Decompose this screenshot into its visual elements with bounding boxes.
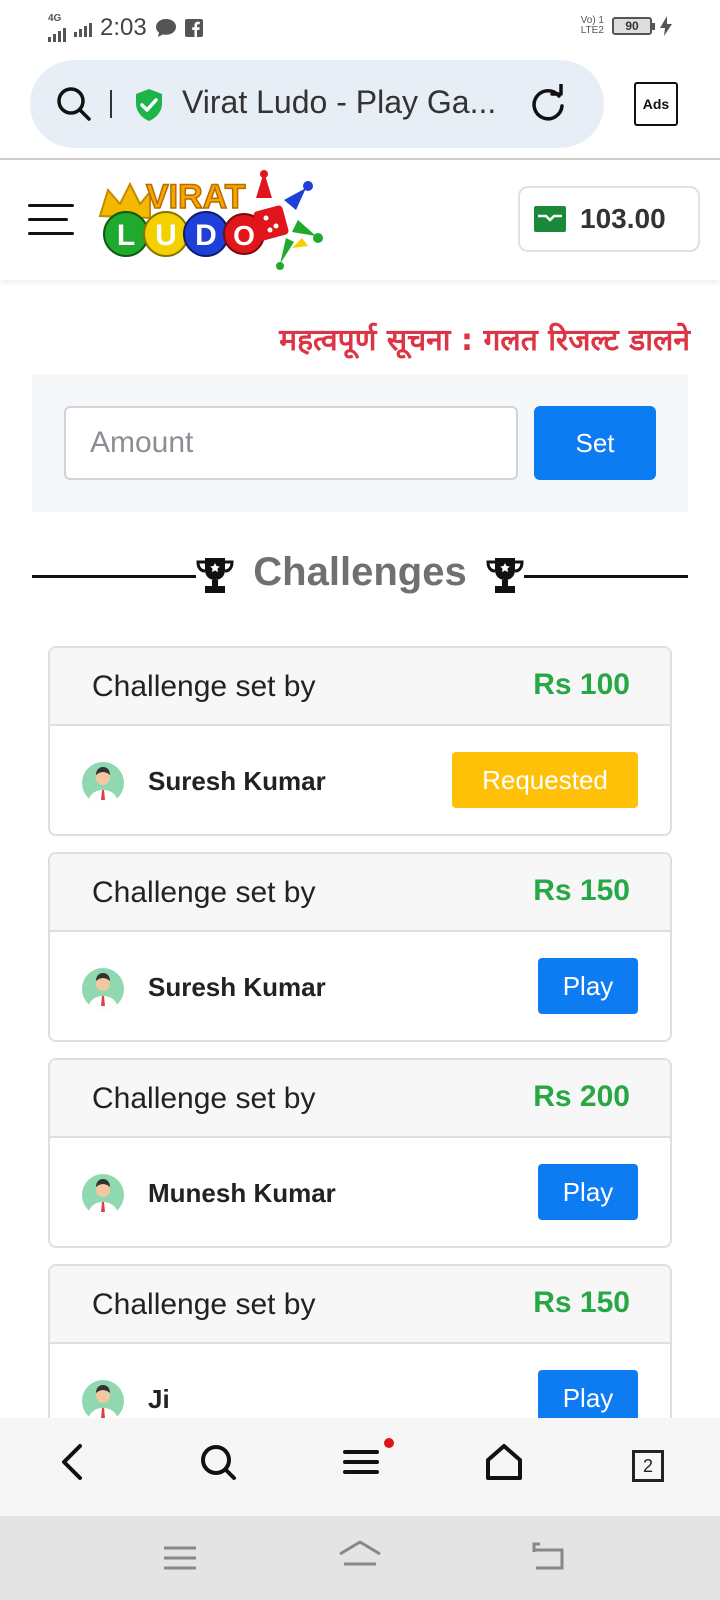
challenge-amount: Rs 100 [533,668,630,701]
card-header: Challenge set by Rs 200 [50,1060,670,1138]
set-button[interactable]: Set [534,406,656,480]
svg-text:U: U [155,219,177,252]
card-header: Challenge set by Rs 100 [50,648,670,726]
wallet-amount: 103.00 [580,203,666,234]
recents-icon[interactable] [162,1544,198,1572]
challenge-card: Challenge set by Rs 200 Munesh Kumar Pla… [48,1058,672,1248]
avatar-icon [82,762,124,804]
challenge-amount: Rs 150 [533,874,630,907]
tabs-button[interactable]: 2 [632,1450,664,1482]
heading-rule-right [524,575,688,578]
search-icon[interactable] [198,1442,238,1482]
facebook-notification-icon [184,19,203,37]
site-header: VIRAT L U D O 103.00 [0,160,720,280]
avatar-icon [82,1380,124,1422]
challenge-label: Challenge set by [92,1082,316,1115]
address-separator [110,90,112,118]
play-button[interactable]: Play [538,1164,638,1220]
chat-notification-icon [155,19,176,37]
player-name: Suresh Kumar [148,766,326,796]
search-icon[interactable] [56,86,92,122]
back-icon[interactable] [530,1540,570,1572]
virat-ludo-logo[interactable]: VIRAT L U D O [96,168,326,272]
challenge-label: Challenge set by [92,670,316,703]
charging-icon [660,16,672,36]
battery-icon: 90 [612,17,655,35]
challenge-card: Challenge set by Rs 100 Suresh Kumar Req… [48,646,672,836]
wallet-balance[interactable]: 103.00 [518,186,700,252]
player-name: Munesh Kumar [148,1178,336,1208]
trophy-icon [486,558,524,593]
menu-icon[interactable] [342,1442,380,1482]
player-name: Ji [148,1384,170,1414]
home-icon[interactable] [336,1538,384,1574]
back-icon[interactable] [56,1442,90,1482]
challenge-card: Challenge set by Rs 150 Suresh Kumar Pla… [48,852,672,1042]
signal-icon [74,19,92,37]
network-signal-icon: 4G [48,14,66,42]
amount-input[interactable] [64,406,518,480]
challenge-amount: Rs 150 [533,1286,630,1319]
volte-indicator: Vo) 1 LTE2 [580,15,604,36]
ads-button[interactable]: Ads [634,82,678,126]
reload-icon[interactable] [528,84,568,124]
challenge-label: Challenge set by [92,1288,316,1321]
page-title[interactable]: Virat Ludo - Play Ga... [182,84,502,121]
wallet-icon [534,206,566,232]
player-name: Suresh Kumar [148,972,326,1002]
heading-rule-left [32,575,196,578]
play-button[interactable]: Play [538,958,638,1014]
system-nav-bar [0,1516,720,1600]
requested-button[interactable]: Requested [452,752,638,808]
browser-toolbar [0,1418,720,1516]
avatar-icon [82,1174,124,1216]
notification-dot [384,1438,394,1448]
home-icon[interactable] [484,1442,524,1482]
challenges-title: Challenges [253,550,467,594]
svg-text:VIRAT: VIRAT [146,178,246,216]
svg-text:L: L [117,219,135,252]
trophy-icon [196,558,234,593]
avatar-icon [82,968,124,1010]
svg-text:D: D [195,219,217,252]
clock: 2:03 [100,14,147,41]
card-header: Challenge set by Rs 150 [50,854,670,932]
status-bar: 4G 2:03 Vo) 1 LTE2 90 [0,0,720,56]
shield-check-icon[interactable] [134,88,164,122]
challenge-label: Challenge set by [92,876,316,909]
card-header: Challenge set by Rs 150 [50,1266,670,1344]
svg-text:O: O [233,220,255,251]
challenge-amount: Rs 200 [533,1080,630,1113]
menu-icon[interactable] [28,204,74,238]
important-notice: महत्वपूर्ण सूचना : गलत रिजल्ट डालने [279,323,690,358]
